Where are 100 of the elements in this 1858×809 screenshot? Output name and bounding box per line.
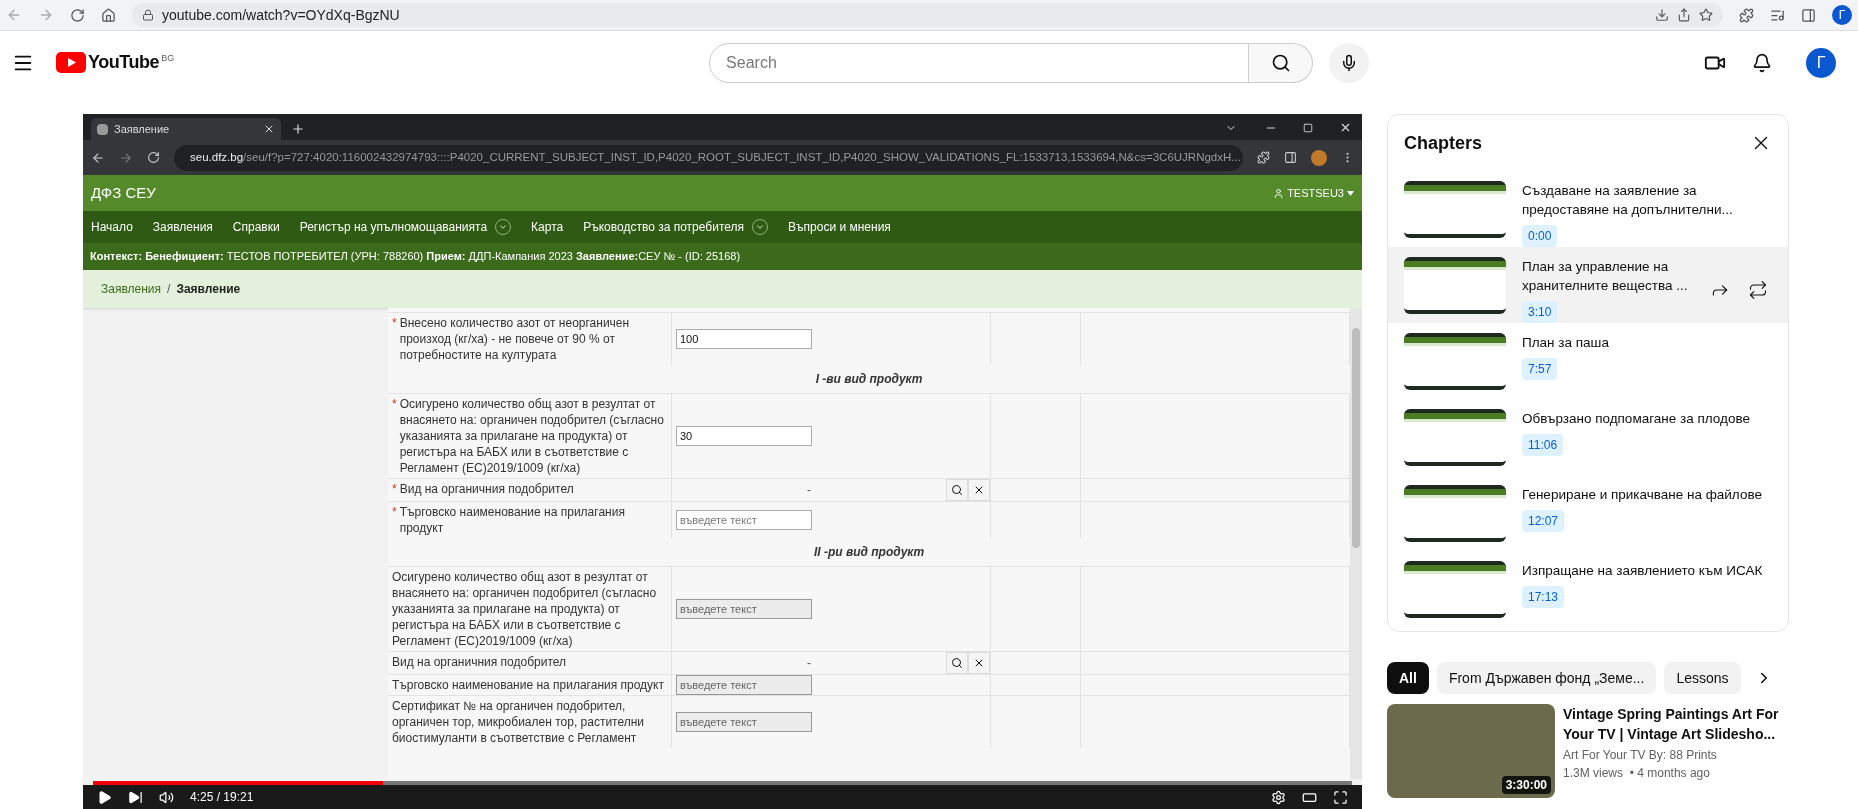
text-input[interactable]: 100 xyxy=(676,329,812,349)
chapter-item[interactable]: План за паша 7:57 xyxy=(1388,323,1788,399)
address-bar[interactable]: seu.dfz.bg/seu/f?p=727:4020:116002432974793::::P4020_CURRENT_SUBJECT_INST_ID,P4020_ROOT_SUBJECT_INST_ID,P4020_SHOW_VALIDATIONS_FL:1533713,1533694,N&cs=3C6UJRNgdxH... xyxy=(174,144,1243,171)
chapter-time[interactable]: 7:57 xyxy=(1522,358,1558,380)
extensions-icon[interactable] xyxy=(1739,7,1754,23)
reload-icon[interactable] xyxy=(70,7,85,23)
text-input[interactable]: въведете текст xyxy=(676,510,812,530)
field-label: Вид на органичния подобрител xyxy=(392,654,567,670)
chapter-title: Създаване на заявление за предоставяне на допълнителни... xyxy=(1522,182,1734,219)
profile-avatar[interactable]: Г xyxy=(1832,5,1852,25)
lookup-value: - xyxy=(806,655,812,672)
chapter-time[interactable]: 11:06 xyxy=(1522,434,1564,456)
required-mark: * xyxy=(392,396,397,412)
nav-link[interactable]: Въпроси и мнения xyxy=(788,218,891,236)
chapter-time[interactable]: 3:10 xyxy=(1522,301,1558,323)
search-icon xyxy=(951,484,963,496)
play-icon[interactable] xyxy=(97,789,112,805)
forward-icon[interactable] xyxy=(119,150,133,165)
star-icon[interactable] xyxy=(1699,8,1713,22)
close-icon xyxy=(973,484,985,496)
search-icon xyxy=(1270,52,1291,73)
logo-text: YouTube xyxy=(88,52,160,73)
volume-icon[interactable] xyxy=(159,789,174,805)
chapter-item[interactable]: Обвързано подпомагане за плодове 11:06 xyxy=(1388,399,1788,475)
clear-button[interactable] xyxy=(968,652,990,674)
search-button[interactable] xyxy=(1249,42,1314,83)
nav-link[interactable]: Справки xyxy=(232,218,280,236)
scrollbar-thumb[interactable] xyxy=(1352,328,1360,548)
required-mark: * xyxy=(392,315,397,331)
field-label: Вид на органичния подобрител xyxy=(399,481,574,497)
chapter-time[interactable]: 12:07 xyxy=(1522,510,1565,532)
url-text: seu.dfz.bg/seu/f?p=727:4020:116002432974793::::P4020_CURRENT_SUBJECT_INST_ID,P4020_ROOT_SUBJECT_INST_ID,P4020_SHOW_VALIDATIONS_FL:1533713,1533694,N&cs=3C6UJRNgdxH... xyxy=(190,149,1241,165)
close-icon xyxy=(973,657,985,669)
close-icon[interactable] xyxy=(1339,121,1352,134)
settings-icon[interactable] xyxy=(1271,789,1286,805)
profile-avatar[interactable] xyxy=(1311,149,1327,166)
chapter-title: Генериране и прикачване на файлове xyxy=(1522,486,1762,504)
chapter-item[interactable]: Създаване на заявление за предоставяне на допълнителни... 0:00 xyxy=(1388,171,1788,247)
close-icon[interactable] xyxy=(263,123,275,135)
share-icon[interactable] xyxy=(1677,8,1691,22)
notifications-icon[interactable] xyxy=(1752,52,1772,73)
url-text: youtube.com/watch?v=OYdXq-BgzNU xyxy=(162,5,400,25)
search-button[interactable] xyxy=(946,652,968,674)
chapter-item[interactable]: Генериране и прикачване на файлове 12:07 xyxy=(1388,475,1788,551)
video-card[interactable]: 3:30:00 Vintage Spring Paintings Art For Your TV | Vintage Art Slidesho... Art For Your TV By: 88 Prints 1.3M views • 4 months ago xyxy=(1387,704,1789,798)
required-mark: * xyxy=(392,481,397,497)
breadcrumb-link: Заявление xyxy=(176,281,241,298)
tab-title: Заявление xyxy=(114,121,171,137)
chapter-title: План за паша xyxy=(1522,334,1609,352)
search-field[interactable]: Search xyxy=(709,42,1250,83)
side-panel-icon[interactable] xyxy=(1801,7,1816,23)
field-label: Търговско наименование на прилагания продукт xyxy=(399,504,626,536)
nav-link[interactable]: Регистър на упълномощаванията xyxy=(299,218,512,236)
search-icon xyxy=(951,657,963,669)
nav-link[interactable]: Начало xyxy=(91,218,133,236)
time-display: 4:25 / 19:21 xyxy=(190,789,254,806)
chapter-time[interactable]: 0:00 xyxy=(1522,225,1558,247)
required-mark: * xyxy=(392,504,397,520)
duration-badge: 3:30:00 xyxy=(1501,776,1551,794)
chapter-item[interactable]: Изпращане на заявлението към ИСАК 17:13 xyxy=(1388,551,1788,627)
context-line: Контекст: Бенефициент: ТЕСТОВ ПОТРЕБИТЕЛ (УРН: 788260) Прием: ДДП-Кампания 2023 Заявление:СЕУ № - (ID: 25168) xyxy=(90,249,741,265)
next-icon[interactable] xyxy=(128,789,143,805)
browser-tab[interactable]: Заявление xyxy=(91,118,281,140)
chapter-title: Изпращане на заявлението към ИСАК xyxy=(1522,562,1763,580)
back-icon[interactable] xyxy=(91,150,105,165)
section-heading: II -ри вид продукт xyxy=(813,544,925,561)
user-menu[interactable]: TESTSEU3 xyxy=(1273,184,1354,202)
user-icon xyxy=(1273,187,1285,199)
clear-button[interactable] xyxy=(968,479,990,501)
fullscreen-icon[interactable] xyxy=(1333,789,1348,805)
maximize-icon[interactable] xyxy=(1303,123,1313,133)
text-input[interactable]: 30 xyxy=(676,426,812,446)
home-icon[interactable] xyxy=(101,7,116,23)
chapter-title: Обвързано подпомагане за плодове xyxy=(1522,410,1750,428)
chapter-time[interactable]: 17:13 xyxy=(1522,586,1565,608)
nav-link[interactable]: Ръководство за потребителя xyxy=(583,218,769,236)
nav-link[interactable]: Карта xyxy=(531,218,564,236)
play-logo-icon xyxy=(56,52,86,73)
video-player[interactable] xyxy=(83,114,1362,809)
download-icon[interactable] xyxy=(1655,8,1669,22)
filter-chip[interactable]: All xyxy=(1387,662,1429,694)
address-bar[interactable]: youtube.com/watch?v=OYdXq-BgzNU xyxy=(132,3,1723,27)
loop-icon[interactable] xyxy=(1748,280,1768,300)
nav-link[interactable]: Заявления xyxy=(152,218,213,236)
app-title[interactable]: ДФЗ СЕУ xyxy=(91,181,156,205)
media-icon[interactable] xyxy=(1770,7,1785,23)
filter-chip[interactable]: From Държавен фонд „Земе... xyxy=(1436,662,1657,694)
filter-chip[interactable]: Lessons xyxy=(1664,662,1741,694)
video-title[interactable]: Vintage Spring Paintings Art For Your TV | Vintage Art Slidesho... xyxy=(1563,704,1789,744)
channel-name[interactable]: Art For Your TV By: 88 Prints xyxy=(1563,746,1789,764)
field-label: Търговско наименование на прилагания продукт xyxy=(392,677,664,693)
search-button[interactable] xyxy=(946,479,968,501)
breadcrumb-link[interactable]: Заявления xyxy=(101,280,162,298)
field-label: Сертификат № на органичен подобрител, органичен тор, микробиален тор, растителни биостимуланти в съответствие с Регламент xyxy=(392,698,646,746)
chapter-item[interactable]: План за управление на хранителните вещества ... 3:10 xyxy=(1388,247,1788,323)
new-tab-icon[interactable] xyxy=(291,122,305,136)
lock-icon xyxy=(142,9,154,21)
account-avatar[interactable]: Г xyxy=(1806,47,1836,78)
field-label: Осигурено количество общ азот в резултат от внасянето на: органичен подобрител (съгласно указанията за прилагане на продукта) от регистъра на БАБХ или в съответствие с Регламент (ЕС)2019/1009 (кг/ха) xyxy=(392,569,658,649)
tab-favicon-icon xyxy=(97,123,108,135)
